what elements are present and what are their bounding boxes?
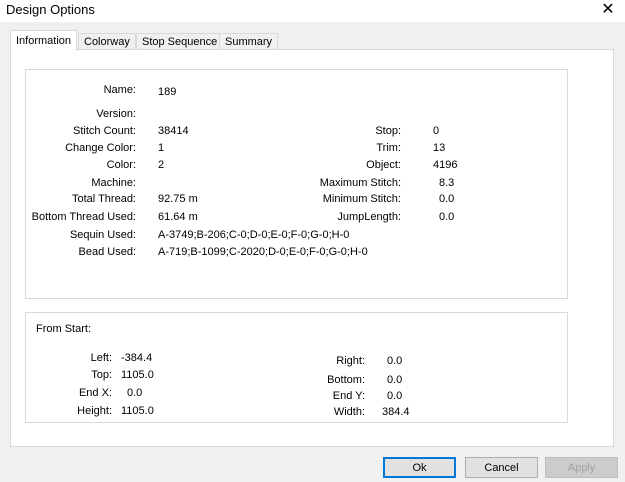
end-y-value: 0.0 <box>387 390 403 402</box>
stop-label: Stop: <box>375 125 401 137</box>
left-label: Left: <box>90 352 112 364</box>
top-value: 1105.0 <box>121 369 154 381</box>
bottom-thread-value: 61.64 m <box>158 211 198 223</box>
sequin-value: A-3749;B-206;C-0;D-0;E-0;F-0;G-0;H-0 <box>158 229 350 241</box>
bottom-label: Bottom: <box>327 374 365 386</box>
trim-value: 13 <box>433 142 446 154</box>
bottom-value: 0.0 <box>387 374 403 386</box>
total-thread-value: 92.75 m <box>158 193 198 205</box>
jump-length-value: 0.0 <box>439 211 455 223</box>
object-label: Object: <box>366 159 401 171</box>
minimum-stitch-label: Minimum Stitch: <box>322 193 401 205</box>
end-x-label: End X: <box>78 387 112 399</box>
right-label: Right: <box>336 355 365 367</box>
bottom-thread-label: Bottom Thread Used: <box>31 211 136 223</box>
from-start-heading: From Start: <box>36 323 92 335</box>
trim-label: Trim: <box>376 142 401 154</box>
close-icon[interactable]: ✕ <box>597 0 619 20</box>
title-bar: Design Options ✕ <box>0 0 625 22</box>
top-label: Top: <box>91 369 112 381</box>
right-value: 0.0 <box>387 355 403 367</box>
object-value: 4196 <box>433 159 458 171</box>
stop-value: 0 <box>433 125 440 137</box>
stitch-count-label: Stitch Count: <box>73 125 136 137</box>
machine-label: Machine: <box>91 177 136 189</box>
apply-button[interactable]: Apply <box>545 457 618 478</box>
bead-label: Bead Used: <box>78 246 136 258</box>
bead-value: A-719;B-1099;C-2020;D-0;E-0;F-0;G-0;H-0 <box>158 246 368 258</box>
width-label: Width: <box>333 406 365 418</box>
color-label: Color: <box>106 159 136 171</box>
height-value: 1105.0 <box>121 405 154 417</box>
jump-length-label: JumpLength: <box>337 211 401 223</box>
left-value: -384.4 <box>121 352 153 364</box>
name-value: 189 <box>158 86 177 98</box>
change-color-label: Change Color: <box>65 142 136 154</box>
change-color-value: 1 <box>158 142 165 154</box>
dialog-title: Design Options <box>6 2 95 17</box>
ok-button[interactable]: Ok <box>383 457 456 478</box>
height-label: Height: <box>77 405 112 417</box>
total-thread-label: Total Thread: <box>71 193 136 205</box>
sequin-label: Sequin Used: <box>69 229 136 241</box>
design-info-group: Name: 189 Version: Stitch Count: 38414 C… <box>25 69 568 299</box>
from-start-group: From Start: Left: -384.4 Top: 1105.0 End… <box>25 312 568 423</box>
maximum-stitch-label: Maximum Stitch: <box>319 177 401 189</box>
name-label: Name: <box>103 84 136 96</box>
end-y-label: End Y: <box>332 390 365 402</box>
version-label: Version: <box>96 108 136 120</box>
end-x-value: 0.0 <box>127 387 143 399</box>
tab-information[interactable]: Information <box>10 30 78 51</box>
cancel-button[interactable]: Cancel <box>465 457 538 478</box>
design-options-dialog: Design Options ✕ Information Colorway St… <box>0 0 625 482</box>
width-value: 384.4 <box>382 406 410 418</box>
information-panel: Name: 189 Version: Stitch Count: 38414 C… <box>10 49 614 447</box>
color-value: 2 <box>158 159 165 171</box>
minimum-stitch-value: 0.0 <box>439 193 455 205</box>
maximum-stitch-value: 8.3 <box>439 177 455 189</box>
stitch-count-value: 38414 <box>158 125 189 137</box>
